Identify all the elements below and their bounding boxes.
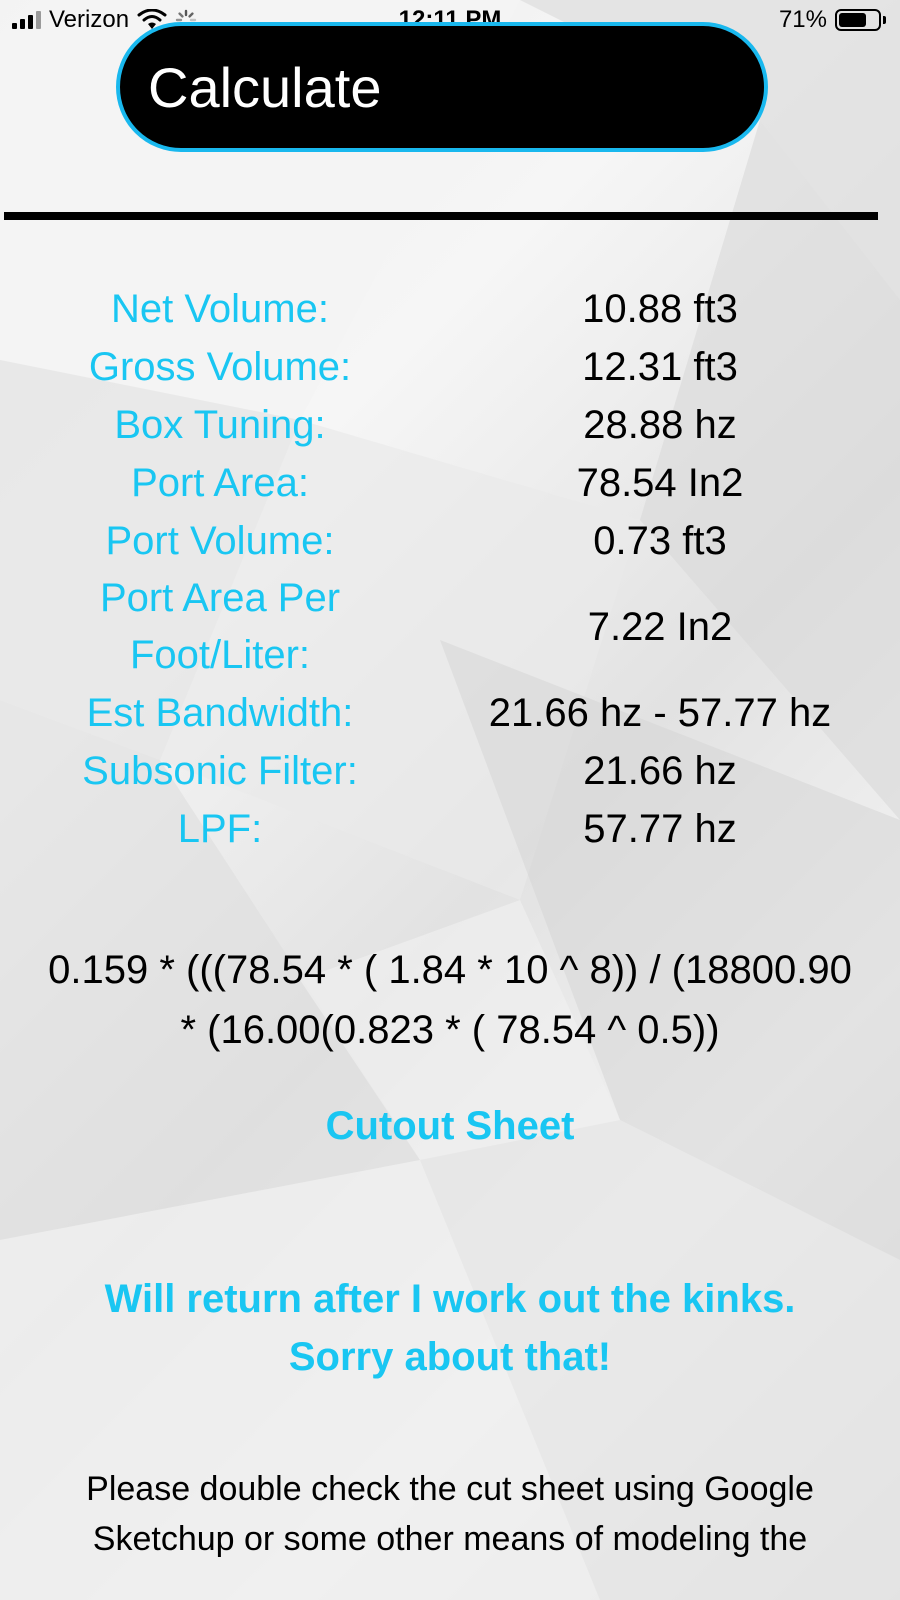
formula-line: 0.159 * (((78.54 * ( 1.84 * 10 ^ 8)) / (… (48, 948, 852, 992)
result-value: 28.88 hz (583, 403, 737, 447)
battery-percent: 71% (778, 6, 827, 33)
result-label: Est Bandwidth: (86, 691, 354, 735)
result-row-box-tuning: Box Tuning: 28.88 hz (0, 396, 900, 454)
result-label-line: Port Area Per (99, 576, 341, 620)
notice-line: Sorry about that! (288, 1335, 612, 1379)
formula-line: * (16.00(0.823 * ( 78.54 ^ 0.5)) (180, 1008, 720, 1052)
result-row-lpf: LPF: 57.77 hz (0, 800, 900, 858)
calculate-button[interactable]: Calculate (116, 22, 768, 152)
result-value: 0.73 ft3 (593, 519, 727, 563)
tuning-formula: 0.159 * (((78.54 * ( 1.84 * 10 ^ 8)) / (… (0, 940, 900, 1060)
result-row-port-area-per-foot: Port Area Per Foot/Liter: 7.22 In2 (0, 570, 900, 684)
result-label-line: Foot/Liter: (129, 633, 311, 677)
result-row-subsonic-filter: Subsonic Filter: 21.66 hz (0, 742, 900, 800)
result-label: LPF: (177, 807, 263, 851)
result-label: Port Area: (131, 461, 309, 505)
notice-message: Will return after I work out the kinks. … (0, 1270, 900, 1386)
result-value: 21.66 hz (583, 749, 737, 793)
battery-cap (883, 16, 886, 24)
battery-icon (835, 9, 881, 31)
result-label: Net Volume: (111, 287, 329, 331)
notice-line: Will return after I work out the kinks. (104, 1277, 796, 1321)
divider (4, 212, 878, 220)
status-right: 71% (779, 6, 886, 34)
result-label: Box Tuning: (114, 403, 326, 447)
result-value: 21.66 hz - 57.77 hz (488, 691, 832, 735)
result-row-port-volume: Port Volume: 0.73 ft3 (0, 512, 900, 570)
result-value: 12.31 ft3 (582, 345, 738, 389)
disclaimer-text: Please double check the cut sheet using … (40, 1464, 860, 1564)
cutout-sheet-link[interactable]: Cutout Sheet (0, 1104, 900, 1149)
battery-fill (839, 13, 866, 27)
result-label: Port Volume: (105, 519, 335, 563)
result-value: 57.77 hz (583, 807, 737, 851)
result-row-net-volume: Net Volume: 10.88 ft3 (0, 280, 900, 338)
result-label: Subsonic Filter: (82, 749, 358, 793)
disclaimer-line: Please double check the cut sheet using … (86, 1470, 814, 1508)
result-label: Gross Volume: (88, 345, 352, 389)
result-row-port-area: Port Area: 78.54 In2 (0, 454, 900, 512)
disclaimer-line: Sketchup or some other means of modeling… (92, 1520, 808, 1558)
result-value: 78.54 In2 (576, 461, 744, 505)
result-label: Port Area Per Foot/Liter: (0, 570, 440, 684)
result-value: 10.88 ft3 (582, 287, 738, 331)
result-value: 7.22 In2 (587, 605, 733, 649)
result-row-gross-volume: Gross Volume: 12.31 ft3 (0, 338, 900, 396)
results-table: Net Volume: 10.88 ft3 Gross Volume: 12.3… (0, 280, 900, 858)
result-row-est-bandwidth: Est Bandwidth: 21.66 hz - 57.77 hz (0, 684, 900, 742)
